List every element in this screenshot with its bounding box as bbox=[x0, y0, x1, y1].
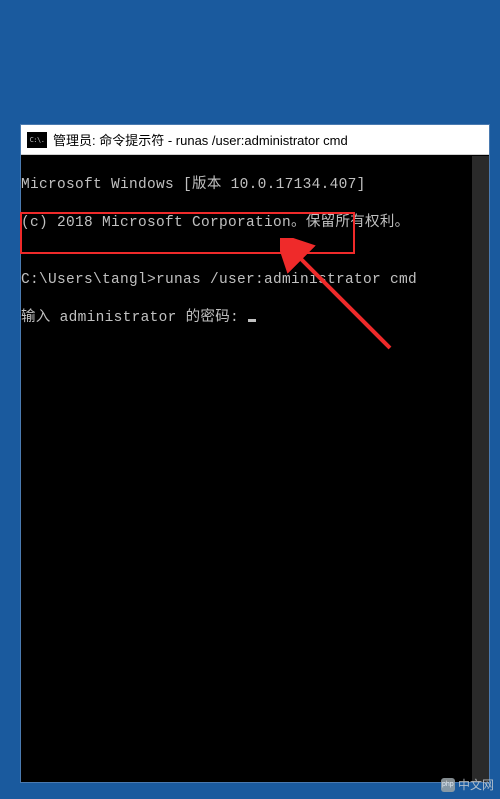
window-titlebar[interactable]: C:\. 管理员: 命令提示符 - runas /user:administra… bbox=[21, 125, 489, 155]
vertical-scrollbar[interactable] bbox=[472, 156, 489, 782]
text-cursor bbox=[248, 319, 256, 322]
password-prompt: 输入 administrator 的密码: bbox=[21, 310, 248, 326]
cmd-window: C:\. 管理员: 命令提示符 - runas /user:administra… bbox=[20, 124, 490, 783]
console-line: Microsoft Windows [版本 10.0.17134.407] bbox=[21, 176, 489, 195]
window-title: 管理员: 命令提示符 - runas /user:administrator c… bbox=[53, 130, 348, 149]
php-logo-icon bbox=[441, 778, 455, 792]
console-line: (c) 2018 Microsoft Corporation。保留所有权利。 bbox=[21, 214, 489, 233]
console-line: C:\Users\tangl>runas /user:administrator… bbox=[21, 271, 489, 290]
cmd-icon: C:\. bbox=[27, 132, 47, 148]
console-prompt-line: 输入 administrator 的密码: bbox=[21, 309, 489, 328]
watermark-text: 中文网 bbox=[458, 776, 494, 793]
watermark: 中文网 bbox=[441, 776, 494, 793]
console-area[interactable]: Microsoft Windows [版本 10.0.17134.407] (c… bbox=[21, 155, 489, 782]
